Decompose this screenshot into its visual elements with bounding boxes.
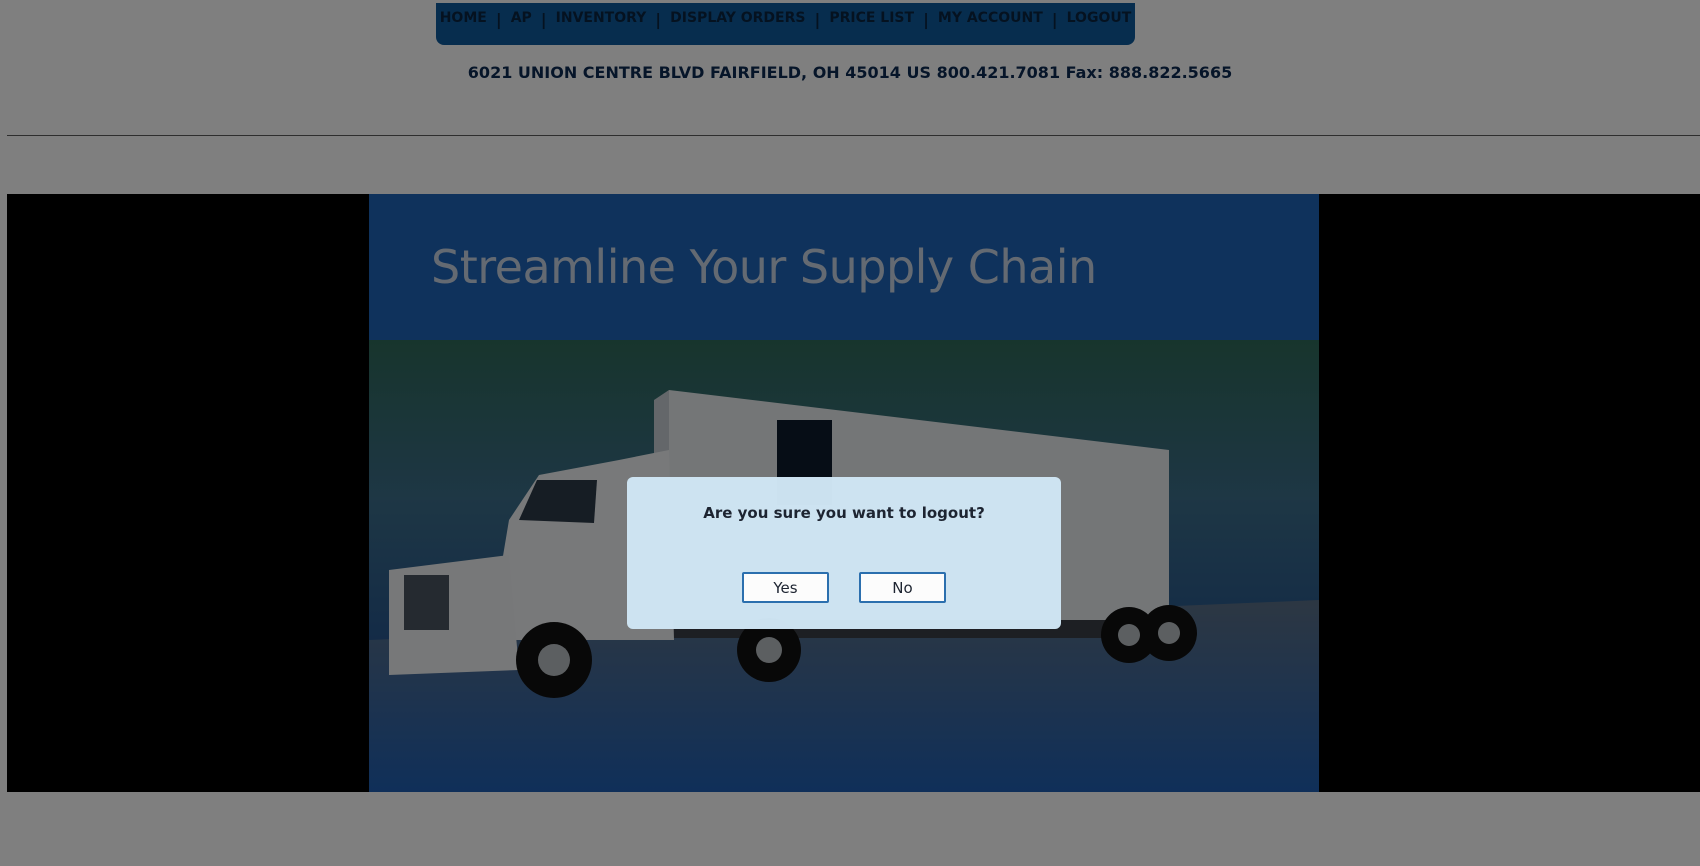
- dialog-message: Are you sure you want to logout?: [703, 504, 985, 522]
- modal-overlay[interactable]: [0, 0, 1700, 866]
- logout-confirm-dialog: Are you sure you want to logout? Yes No: [627, 477, 1061, 629]
- no-button[interactable]: No: [859, 572, 946, 603]
- yes-button[interactable]: Yes: [742, 572, 829, 603]
